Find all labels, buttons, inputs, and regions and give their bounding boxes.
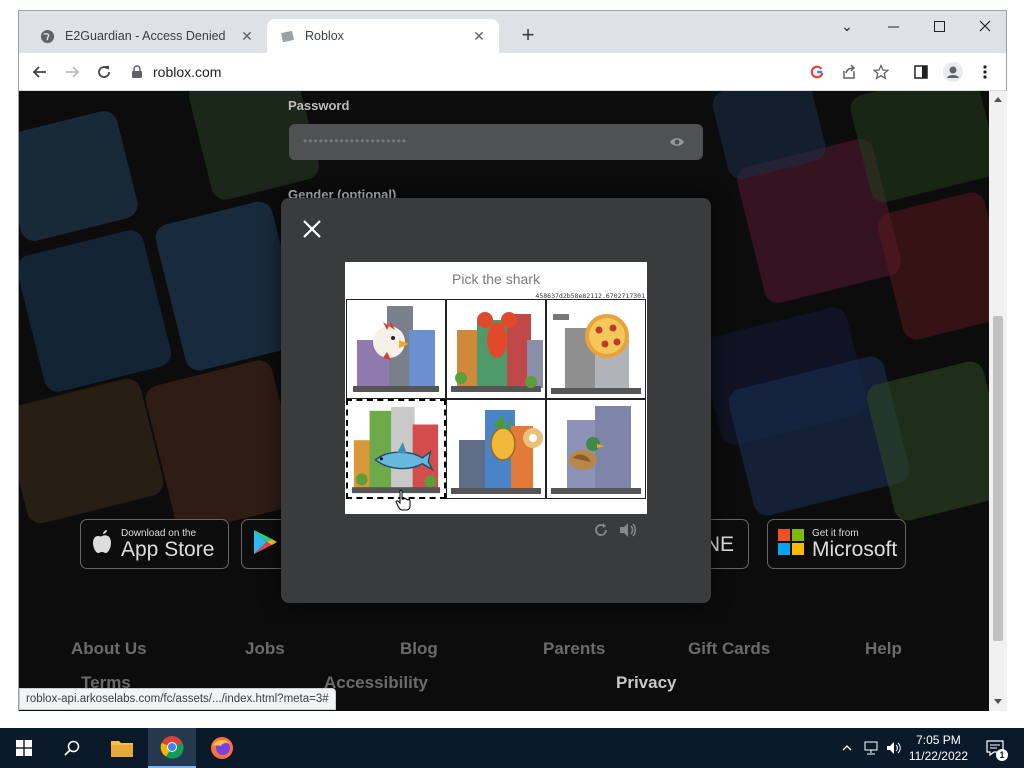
side-panel-icon[interactable]: [909, 60, 933, 84]
microsoft-big-text: Microsoft: [812, 538, 898, 561]
forward-button[interactable]: [60, 60, 84, 84]
profile-avatar-icon[interactable]: [941, 60, 965, 84]
google-play-icon: [252, 528, 278, 561]
footer-link-privacy[interactable]: Privacy: [616, 673, 677, 693]
menu-icon[interactable]: [973, 60, 997, 84]
tab-search-icon[interactable]: ⌄: [824, 11, 870, 41]
start-button[interactable]: [0, 728, 48, 768]
lock-icon: [131, 65, 145, 79]
captcha-prompt: Pick the shark: [452, 271, 540, 287]
close-tab-icon[interactable]: ✕: [471, 28, 487, 44]
share-icon[interactable]: [837, 60, 861, 84]
search-icon[interactable]: [48, 728, 96, 768]
captcha-tile-pineapple[interactable]: [446, 399, 546, 499]
address-bar[interactable]: roblox.com: [127, 58, 867, 86]
tab-roblox[interactable]: Roblox ✕: [267, 19, 499, 53]
chrome-taskbar-icon[interactable]: [148, 728, 196, 768]
microsoft-store-button[interactable]: Get it from Microsoft: [767, 519, 906, 569]
footer-link-help[interactable]: Help: [865, 639, 902, 659]
password-label: Password: [288, 98, 350, 113]
tab-title: Roblox: [305, 29, 344, 43]
captcha-frame: Pick the shark 458637d2b58e82112.6702717…: [345, 262, 647, 514]
page-scrollbar[interactable]: [989, 91, 1007, 711]
footer-link-parents[interactable]: Parents: [543, 639, 605, 659]
refresh-icon[interactable]: [593, 522, 609, 543]
system-clock[interactable]: 7:05 PM 11/22/2022: [909, 732, 968, 764]
audio-icon[interactable]: [619, 522, 637, 543]
back-button[interactable]: [28, 60, 52, 84]
apple-icon: [91, 529, 113, 560]
clock-date: 11/22/2022: [908, 749, 968, 763]
minimize-button[interactable]: [870, 11, 916, 41]
tab-e2guardian[interactable]: E2Guardian - Access Denied ✕: [27, 19, 267, 53]
notifications-icon[interactable]: 1: [980, 728, 1010, 768]
globe-icon: [39, 28, 55, 44]
captcha-tile-pizza[interactable]: [546, 299, 646, 399]
browser-window: E2Guardian - Access Denied ✕ Roblox ✕ + …: [18, 10, 1007, 711]
close-tab-icon[interactable]: ✕: [239, 28, 255, 44]
tab-title: E2Guardian - Access Denied: [65, 29, 226, 43]
link-status-bar: roblox-api.arkoselabs.com/fc/assets/.../…: [19, 688, 336, 710]
microsoft-logo-icon: [778, 528, 804, 560]
footer-link-accessibility[interactable]: Accessibility: [324, 673, 428, 693]
captcha-tile-duck[interactable]: [546, 399, 646, 499]
new-tab-button[interactable]: +: [517, 24, 539, 47]
app-store-big-text: App Store: [121, 538, 215, 561]
tab-strip: E2Guardian - Access Denied ✕ Roblox ✕ + …: [19, 11, 1006, 53]
captcha-controls: [593, 522, 637, 543]
browser-toolbar: roblox.com: [19, 53, 1006, 91]
footer-link-blog[interactable]: Blog: [400, 639, 438, 659]
url-text: roblox.com: [153, 64, 222, 80]
mouse-cursor-icon: [395, 489, 411, 516]
windows-taskbar: 7:05 PM 11/22/2022 1: [0, 728, 1024, 768]
notification-count-badge: 1: [996, 749, 1008, 761]
file-explorer-icon[interactable]: [98, 728, 146, 768]
footer-link-about-us[interactable]: About Us: [71, 639, 147, 659]
roblox-favicon-icon: [279, 28, 295, 44]
captcha-tile-shark[interactable]: [346, 399, 446, 499]
captcha-modal: Pick the shark 458637d2b58e82112.6702717…: [281, 198, 711, 603]
scroll-up-arrow-icon[interactable]: [994, 97, 1002, 102]
close-window-button[interactable]: [962, 11, 1008, 41]
google-icon[interactable]: [805, 60, 829, 84]
scroll-thumb[interactable]: [993, 316, 1003, 641]
page-viewport: Password •••••••••••••••••••• Gender (op…: [19, 91, 989, 711]
password-input[interactable]: ••••••••••••••••••••: [289, 124, 703, 160]
tray-overflow-icon[interactable]: [836, 728, 858, 768]
clock-time: 7:05 PM: [916, 733, 961, 747]
captcha-tile-chicken[interactable]: [346, 299, 446, 399]
footer-link-gift-cards[interactable]: Gift Cards: [688, 639, 770, 659]
bookmark-star-icon[interactable]: [869, 60, 893, 84]
password-value: ••••••••••••••••••••: [303, 134, 408, 148]
scroll-down-arrow-icon[interactable]: [994, 699, 1002, 704]
captcha-tile-lobster[interactable]: [446, 299, 546, 399]
show-password-icon[interactable]: [669, 134, 685, 150]
reload-button[interactable]: [92, 60, 116, 84]
firefox-taskbar-icon[interactable]: [198, 728, 246, 768]
close-modal-button[interactable]: [301, 218, 325, 242]
footer-link-jobs[interactable]: Jobs: [245, 639, 285, 659]
network-icon[interactable]: [860, 728, 882, 768]
volume-icon[interactable]: [883, 728, 905, 768]
app-store-button[interactable]: Download on the App Store: [80, 519, 229, 569]
captcha-grid: [346, 299, 646, 499]
maximize-button[interactable]: [916, 11, 962, 41]
